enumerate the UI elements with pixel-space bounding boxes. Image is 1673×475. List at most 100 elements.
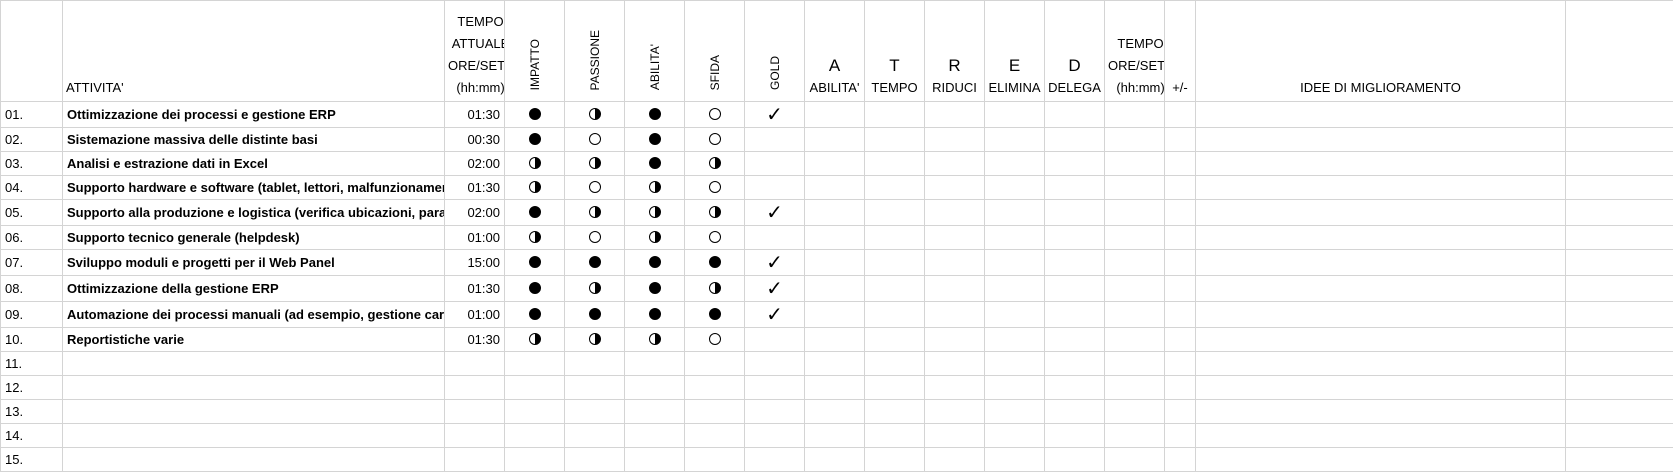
d-cell[interactable]: [1044, 101, 1105, 128]
impatto-cell[interactable]: [504, 447, 565, 472]
activity-cell[interactable]: [62, 375, 445, 400]
a-cell[interactable]: [804, 127, 865, 152]
passione-cell[interactable]: [564, 175, 625, 200]
d-cell[interactable]: [1044, 447, 1105, 472]
passione-cell[interactable]: [564, 301, 625, 328]
extra-cell[interactable]: [1565, 275, 1673, 302]
time-cell[interactable]: [444, 447, 505, 472]
sfida-cell[interactable]: [684, 301, 745, 328]
diff-cell[interactable]: [1164, 351, 1196, 376]
sfida-cell[interactable]: [684, 127, 745, 152]
gold-cell[interactable]: [744, 423, 805, 448]
tempo-nuovo-cell[interactable]: [1104, 351, 1165, 376]
time-cell[interactable]: 00:30: [444, 127, 505, 152]
abilita-cell[interactable]: [624, 225, 685, 250]
tempo-nuovo-cell[interactable]: [1104, 375, 1165, 400]
r-cell[interactable]: [924, 199, 985, 226]
idee-cell[interactable]: [1195, 249, 1566, 276]
a-cell[interactable]: [804, 447, 865, 472]
passione-cell[interactable]: [564, 375, 625, 400]
header-tempo-attuale[interactable]: TEMPO ATTUALE ORE/SETT (hh:mm): [444, 0, 505, 102]
passione-cell[interactable]: [564, 275, 625, 302]
abilita-cell[interactable]: [624, 175, 685, 200]
e-cell[interactable]: [984, 225, 1045, 250]
d-cell[interactable]: [1044, 275, 1105, 302]
tempo-nuovo-cell[interactable]: [1104, 101, 1165, 128]
row-number-cell[interactable]: 07.: [0, 249, 63, 276]
sfida-cell[interactable]: [684, 175, 745, 200]
diff-cell[interactable]: [1164, 225, 1196, 250]
extra-cell[interactable]: [1565, 375, 1673, 400]
d-cell[interactable]: [1044, 151, 1105, 176]
tempo-nuovo-cell[interactable]: [1104, 447, 1165, 472]
t-cell[interactable]: [864, 301, 925, 328]
tempo-nuovo-cell[interactable]: [1104, 127, 1165, 152]
e-cell[interactable]: [984, 423, 1045, 448]
gold-cell[interactable]: ✓: [744, 199, 805, 226]
r-cell[interactable]: [924, 127, 985, 152]
row-number-cell[interactable]: 13.: [0, 399, 63, 424]
t-cell[interactable]: [864, 351, 925, 376]
r-cell[interactable]: [924, 301, 985, 328]
t-cell[interactable]: [864, 249, 925, 276]
impatto-cell[interactable]: [504, 301, 565, 328]
row-number-cell[interactable]: 08.: [0, 275, 63, 302]
sfida-cell[interactable]: [684, 101, 745, 128]
sfida-cell[interactable]: [684, 249, 745, 276]
time-cell[interactable]: 01:30: [444, 275, 505, 302]
d-cell[interactable]: [1044, 249, 1105, 276]
sfida-cell[interactable]: [684, 423, 745, 448]
abilita-cell[interactable]: [624, 447, 685, 472]
sfida-cell[interactable]: [684, 151, 745, 176]
impatto-cell[interactable]: [504, 275, 565, 302]
impatto-cell[interactable]: [504, 399, 565, 424]
a-cell[interactable]: [804, 225, 865, 250]
extra-cell[interactable]: [1565, 399, 1673, 424]
diff-cell[interactable]: [1164, 301, 1196, 328]
passione-cell[interactable]: [564, 249, 625, 276]
tempo-nuovo-cell[interactable]: [1104, 249, 1165, 276]
header-a[interactable]: A ABILITA': [804, 0, 865, 102]
e-cell[interactable]: [984, 375, 1045, 400]
row-number-cell[interactable]: 10.: [0, 327, 63, 352]
extra-cell[interactable]: [1565, 127, 1673, 152]
r-cell[interactable]: [924, 175, 985, 200]
r-cell[interactable]: [924, 275, 985, 302]
row-number-cell[interactable]: 09.: [0, 301, 63, 328]
r-cell[interactable]: [924, 351, 985, 376]
a-cell[interactable]: [804, 275, 865, 302]
row-number-cell[interactable]: 06.: [0, 225, 63, 250]
diff-cell[interactable]: [1164, 249, 1196, 276]
activity-cell[interactable]: Reportistiche varie: [62, 327, 445, 352]
activity-cell[interactable]: Ottimizzazione della gestione ERP: [62, 275, 445, 302]
r-cell[interactable]: [924, 375, 985, 400]
extra-cell[interactable]: [1565, 175, 1673, 200]
header-passione[interactable]: PASSIONE: [564, 0, 625, 102]
idee-cell[interactable]: [1195, 175, 1566, 200]
header-sfida[interactable]: SFIDA: [684, 0, 745, 102]
e-cell[interactable]: [984, 175, 1045, 200]
extra-cell[interactable]: [1565, 423, 1673, 448]
d-cell[interactable]: [1044, 423, 1105, 448]
e-cell[interactable]: [984, 151, 1045, 176]
time-cell[interactable]: 02:00: [444, 151, 505, 176]
activity-cell[interactable]: Sviluppo moduli e progetti per il Web Pa…: [62, 249, 445, 276]
impatto-cell[interactable]: [504, 375, 565, 400]
a-cell[interactable]: [804, 199, 865, 226]
header-t[interactable]: T TEMPO: [864, 0, 925, 102]
d-cell[interactable]: [1044, 175, 1105, 200]
header-gold[interactable]: GOLD: [744, 0, 805, 102]
activity-cell[interactable]: Sistemazione massiva delle distinte basi: [62, 127, 445, 152]
diff-cell[interactable]: [1164, 327, 1196, 352]
impatto-cell[interactable]: [504, 423, 565, 448]
d-cell[interactable]: [1044, 127, 1105, 152]
abilita-cell[interactable]: [624, 423, 685, 448]
idee-cell[interactable]: [1195, 447, 1566, 472]
row-number-cell[interactable]: 03.: [0, 151, 63, 176]
passione-cell[interactable]: [564, 127, 625, 152]
header-extra[interactable]: [1565, 0, 1673, 102]
abilita-cell[interactable]: [624, 199, 685, 226]
time-cell[interactable]: 01:30: [444, 175, 505, 200]
header-r[interactable]: R RIDUCI: [924, 0, 985, 102]
activity-cell[interactable]: [62, 423, 445, 448]
